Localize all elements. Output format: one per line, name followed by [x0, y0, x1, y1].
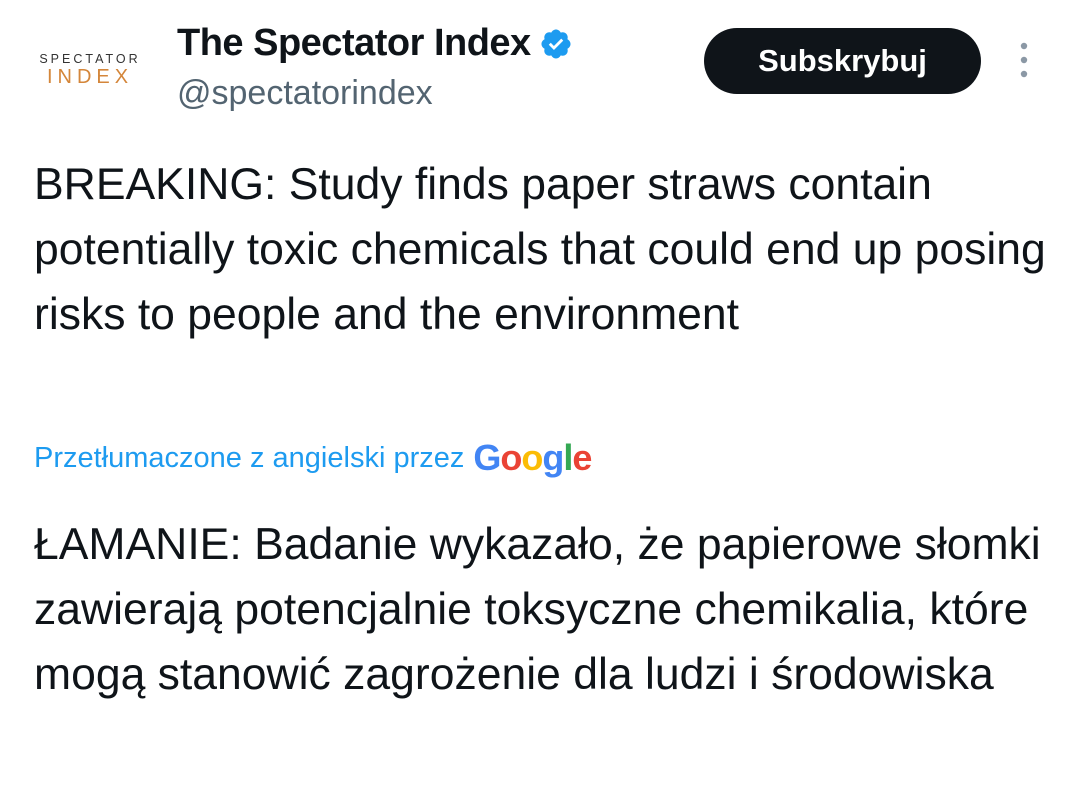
more-vertical-icon[interactable]: [1012, 40, 1036, 80]
google-logo-letter: o: [500, 437, 522, 478]
tweet-header: SPECTATOR INDEX The Spectator Index @spe…: [0, 0, 1080, 130]
google-logo-letter: g: [542, 437, 564, 478]
avatar-logo-top: SPECTATOR: [39, 52, 141, 66]
translated-by-label[interactable]: Przetłumaczone z angielski przez: [34, 442, 464, 475]
author-display-name[interactable]: The Spectator Index: [177, 22, 531, 65]
subscribe-button[interactable]: Subskrybuj: [704, 28, 981, 94]
author-name-row: The Spectator Index: [177, 22, 573, 65]
google-logo-letter: o: [521, 437, 543, 478]
google-logo-letter: G: [473, 437, 501, 478]
tweet-text: BREAKING: Study finds paper straws conta…: [34, 160, 1046, 339]
avatar[interactable]: SPECTATOR INDEX: [30, 40, 150, 100]
avatar-logo-bottom: INDEX: [46, 66, 134, 88]
translation-attribution: Przetłumaczone z angielski przez Google: [34, 437, 592, 479]
translated-tweet-text: ŁAMANIE: Badanie wykazało, że papierowe …: [34, 520, 1041, 699]
google-logo-letter: e: [572, 437, 592, 478]
author-handle[interactable]: @spectatorindex: [177, 74, 433, 113]
verified-badge-icon: [541, 28, 571, 59]
google-logo: Google: [473, 437, 592, 479]
